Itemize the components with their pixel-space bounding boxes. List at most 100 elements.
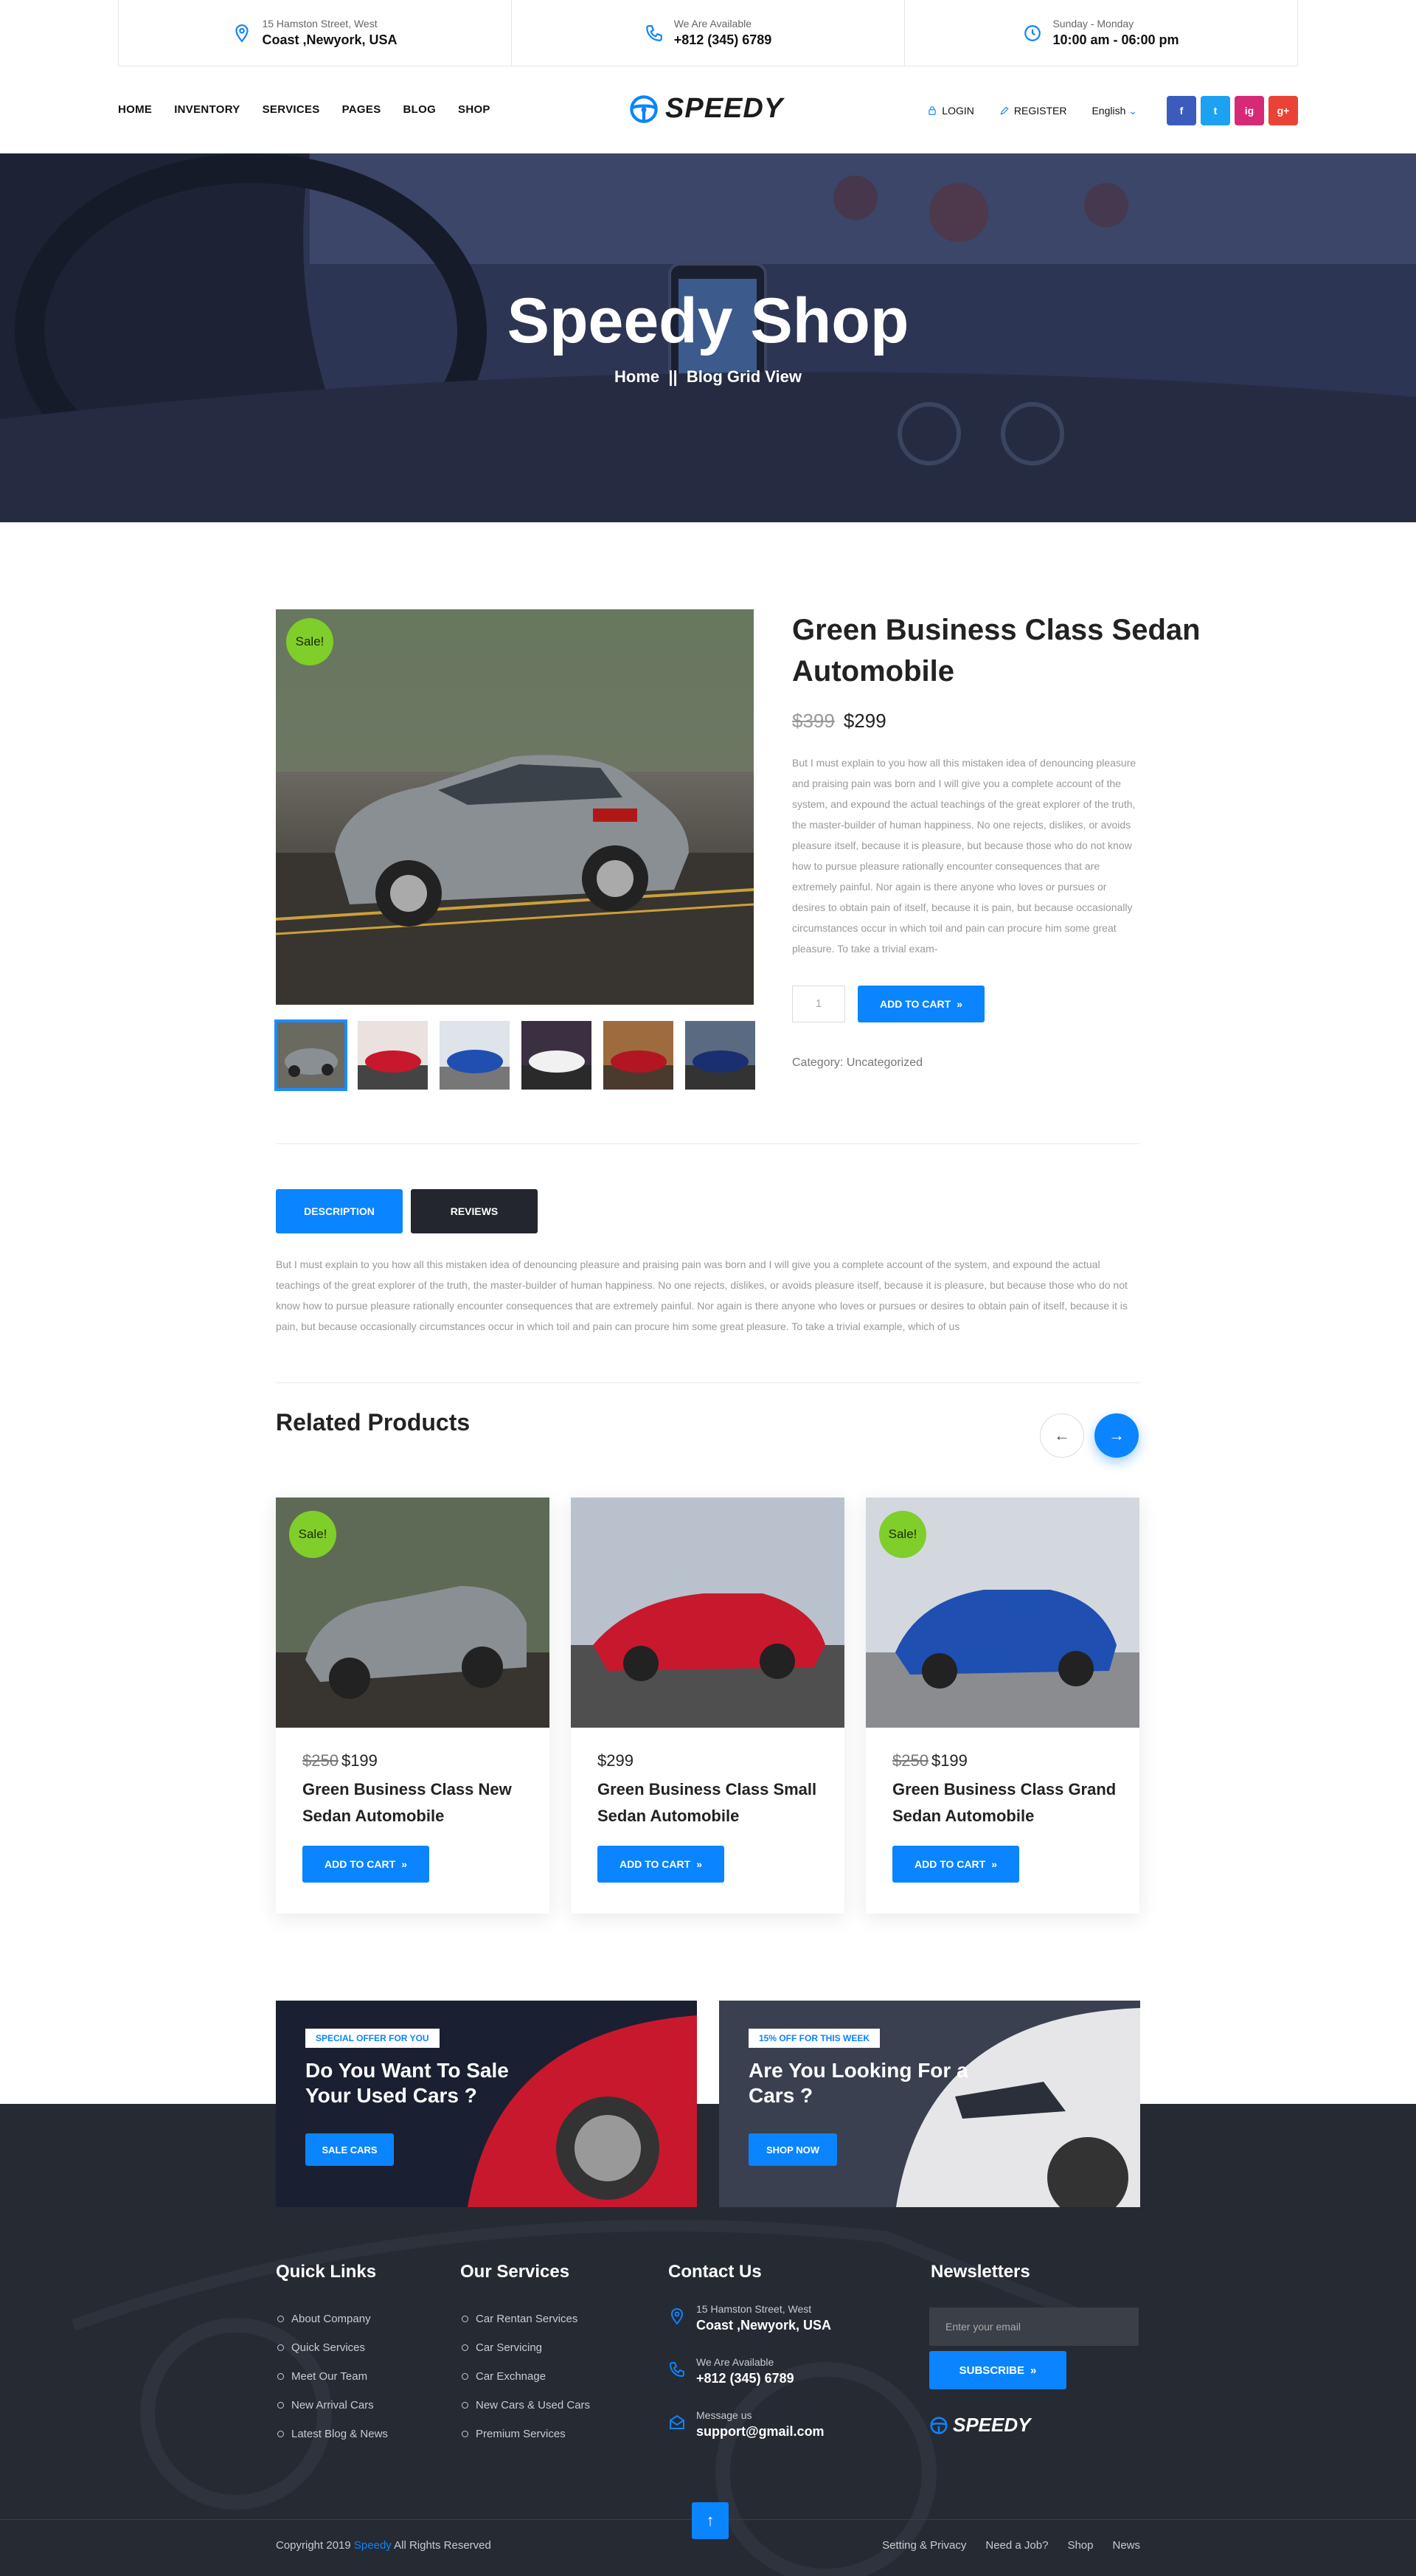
facebook-icon[interactable]: f	[1167, 96, 1196, 125]
nav-home[interactable]: HOME	[118, 103, 152, 116]
list-item[interactable]: Car Rentan Services	[462, 2305, 590, 2333]
nav-shop[interactable]: SHOP	[458, 103, 490, 116]
list-item[interactable]: Car Servicing	[462, 2333, 590, 2362]
footer-link-privacy[interactable]: Setting & Privacy	[882, 2539, 966, 2552]
chevron-down-icon: ⌄	[1128, 104, 1137, 117]
thumbnail-4[interactable]	[521, 1021, 591, 1090]
list-item[interactable]: About Company	[277, 2305, 388, 2333]
login-link[interactable]: LOGIN	[927, 105, 974, 117]
footer-logo[interactable]: SPEEDY	[929, 2414, 1031, 2437]
language-select[interactable]: English ⌄	[1092, 105, 1137, 117]
product-main-image[interactable]: Sale!	[276, 609, 754, 1005]
list-item[interactable]: New Cars & Used Cars	[462, 2391, 590, 2420]
contact-mail: Message us support@gmail.com	[668, 2409, 825, 2440]
nav-services[interactable]: SERVICES	[263, 103, 320, 116]
add-to-cart-button[interactable]: ADD TO CART »	[892, 1846, 1019, 1883]
double-chevron-right-icon: »	[957, 998, 962, 1010]
footer-link-shop[interactable]: Shop	[1067, 2539, 1093, 2552]
location-pin-icon	[670, 2307, 684, 2325]
product-card-image[interactable]	[571, 1498, 844, 1728]
scroll-to-top-icon[interactable]: ↑	[692, 2502, 729, 2539]
copyright-prefix: Copyright 2019	[276, 2539, 351, 2552]
contact-mail-address[interactable]: support@gmail.com	[696, 2424, 825, 2440]
list-item[interactable]: Car Exchnage	[462, 2362, 590, 2391]
card-current-price: $199	[341, 1751, 378, 1770]
prev-arrow-icon[interactable]: ←	[1040, 1413, 1084, 1458]
address-line2: Coast ,Newyork, USA	[262, 32, 398, 47]
quick-links-title: Quick Links	[276, 2262, 377, 2282]
list-item[interactable]: New Arrival Cars	[277, 2391, 388, 2420]
sale-cars-button[interactable]: SALE CARS	[305, 2133, 394, 2166]
envelope-icon	[670, 2414, 684, 2429]
category-link[interactable]: Uncategorized	[847, 1056, 923, 1069]
footer-link-news[interactable]: News	[1112, 2539, 1140, 2552]
lock-icon	[929, 106, 936, 115]
card-title[interactable]: Green Business Class Small Sedan Automob…	[597, 1776, 826, 1829]
address-line1: 15 Hamston Street, West	[262, 18, 378, 30]
product-thumbnails	[274, 1019, 755, 1091]
card-title[interactable]: Green Business Class New Sedan Automobil…	[302, 1776, 531, 1829]
nav-inventory[interactable]: INVENTORY	[174, 103, 240, 116]
phone-icon	[669, 2362, 684, 2378]
thumbnail-5[interactable]	[603, 1021, 673, 1090]
divider	[276, 1382, 1140, 1383]
double-chevron-right-icon: »	[991, 1858, 997, 1870]
email-field[interactable]: Enter your email	[929, 2307, 1139, 2346]
breadcrumb-current: Blog Grid View	[686, 367, 802, 386]
footer-link-job[interactable]: Need a Job?	[985, 2539, 1048, 2552]
add-to-cart-button[interactable]: ADD TO CART »	[302, 1846, 429, 1883]
nav-pages[interactable]: PAGES	[342, 103, 381, 116]
google-plus-icon[interactable]: g+	[1268, 96, 1298, 125]
thumbnail-6[interactable]	[685, 1021, 755, 1090]
thumbnail-1[interactable]	[274, 1019, 347, 1091]
main-nav: HOME INVENTORY SERVICES PAGES BLOG SHOP …	[118, 81, 1298, 137]
card-title[interactable]: Green Business Class Grand Sedan Automob…	[892, 1776, 1121, 1829]
list-item[interactable]: Latest Blog & News	[277, 2420, 388, 2448]
product-price: $399 $299	[792, 710, 886, 733]
contact-phone: We Are Available +812 (345) 6789	[668, 2356, 794, 2386]
list-item[interactable]: Meet Our Team	[277, 2362, 388, 2391]
register-link[interactable]: REGISTER	[999, 105, 1066, 117]
shop-now-button[interactable]: SHOP NOW	[749, 2133, 837, 2166]
quantity-input[interactable]: 1	[792, 986, 845, 1022]
breadcrumb-home[interactable]: Home	[614, 367, 659, 386]
subscribe-button[interactable]: SUBSCRIBE »	[929, 2351, 1066, 2389]
copyright-brand-link[interactable]: Speedy	[354, 2539, 392, 2552]
card-old-price: $250	[302, 1751, 339, 1770]
tab-reviews[interactable]: REVIEWS	[411, 1189, 538, 1233]
banner-title: Are You Looking For a Cars ?	[749, 2059, 968, 2107]
copyright: Copyright 2019 Speedy All Rights Reserve…	[276, 2539, 491, 2552]
phone-number[interactable]: +812 (345) 6789	[674, 32, 772, 48]
add-to-cart-button[interactable]: ADD TO CART »	[597, 1846, 724, 1883]
location-pin-icon	[235, 24, 249, 42]
product-category: Category: Uncategorized	[792, 1056, 923, 1070]
top-info-bar: 15 Hamston Street, West Coast ,Newyork, U…	[118, 0, 1298, 66]
twitter-icon[interactable]: t	[1201, 96, 1230, 125]
tab-content: But I must explain to you how all this m…	[276, 1258, 1128, 1332]
phone-icon	[645, 24, 662, 41]
nav-blog[interactable]: BLOG	[403, 103, 437, 116]
promo-banner-sale: SPECIAL OFFER FOR YOU Do You Want To Sal…	[276, 2001, 697, 2207]
nav-right: LOGIN REGISTER English ⌄ f t ig g+	[927, 96, 1298, 125]
double-chevron-right-icon: »	[696, 1858, 702, 1870]
tab-description[interactable]: DESCRIPTION	[276, 1189, 403, 1233]
clock-icon	[1024, 24, 1041, 41]
instagram-icon[interactable]: ig	[1235, 96, 1264, 125]
contact-address-line1: 15 Hamston Street, West	[696, 2303, 812, 2315]
add-to-cart-label: ADD TO CART	[914, 1858, 986, 1870]
thumbnail-3[interactable]	[440, 1021, 510, 1090]
list-item[interactable]: Quick Services	[277, 2333, 388, 2362]
contact-phone-number[interactable]: +812 (345) 6789	[696, 2371, 794, 2386]
add-to-cart-button[interactable]: ADD TO CART »	[858, 986, 985, 1022]
add-to-cart-label: ADD TO CART	[324, 1858, 396, 1870]
footer-logo-text: SPEEDY	[953, 2414, 1031, 2436]
offer-tag: 15% OFF FOR THIS WEEK	[749, 2029, 881, 2048]
pencil-icon	[1000, 106, 1009, 115]
next-arrow-icon[interactable]: →	[1094, 1413, 1139, 1458]
site-logo[interactable]: SPEEDY	[628, 93, 783, 125]
thumbnail-2[interactable]	[358, 1021, 428, 1090]
phone-info: We Are Available +812 (345) 6789	[512, 0, 905, 66]
card-price: $250 $199	[302, 1751, 378, 1770]
list-item[interactable]: Premium Services	[462, 2420, 590, 2448]
product-title: Green Business Class Sedan Automobile	[792, 614, 1201, 688]
